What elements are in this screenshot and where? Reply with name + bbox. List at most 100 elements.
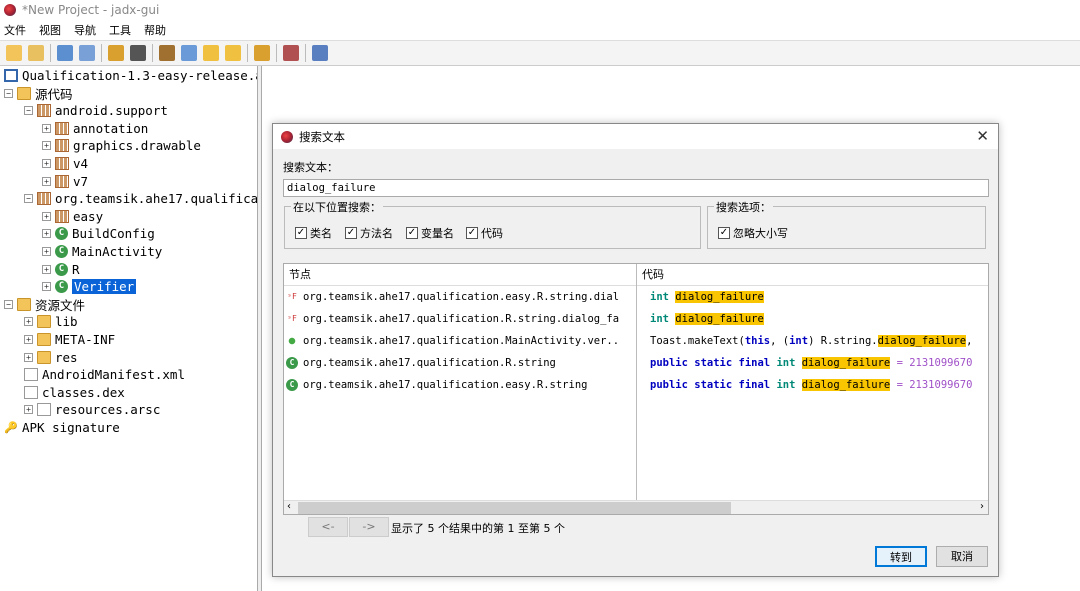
tree-node-org-teamsik-ahe17-qualificat[interactable]: − org.teamsik.ahe17.qualificat (24, 190, 257, 207)
table-row[interactable]: Corg.teamsik.ahe17.qualification.R.strin… (284, 354, 988, 376)
expand-icon[interactable]: + (24, 317, 33, 327)
folder-icon (37, 350, 51, 364)
expand-icon[interactable]: + (42, 123, 51, 133)
key-icon: 🔑 (4, 421, 18, 434)
tree-node-r[interactable]: + C R (42, 261, 80, 278)
close-icon[interactable]: ✕ (976, 127, 989, 145)
table-row[interactable]: ˢF org.teamsik.ahe17.qualification.R.stri… (284, 310, 988, 332)
expand-icon[interactable]: + (42, 247, 51, 256)
checkbox-代码[interactable]: ✓ 代码 (466, 225, 503, 241)
collapse-icon[interactable]: − (4, 299, 13, 309)
cancel-button[interactable]: 取消 (936, 546, 988, 567)
checkbox-box[interactable]: ✓ (406, 227, 418, 239)
prev-page-button[interactable]: <- (308, 517, 348, 537)
checkbox-box[interactable]: ✓ (345, 227, 357, 239)
collapse-icon[interactable]: − (4, 88, 13, 98)
search-input[interactable]: dialog_failure (283, 179, 989, 197)
package-icon (55, 209, 69, 223)
expand-icon[interactable]: + (42, 282, 51, 292)
horizontal-scrollbar[interactable]: ‹ › (284, 500, 988, 514)
tree-node-androidmanifest-xml[interactable]: AndroidManifest.xml (24, 366, 185, 383)
tree-node-verifier[interactable]: + C Verifier (42, 278, 137, 295)
scrollbar-thumb[interactable] (298, 502, 731, 514)
open-file-icon[interactable] (6, 45, 22, 61)
expand-icon[interactable]: + (24, 335, 33, 344)
tree-node--[interactable]: − 源代码 (4, 85, 73, 102)
tree-node-qualification-1-3-easy-release-a[interactable]: Qualification-1.3-easy-release.a (4, 67, 257, 84)
tree-node--[interactable]: − 资源文件 (4, 296, 85, 313)
expand-icon[interactable]: + (24, 405, 33, 415)
toolbar-separator (152, 44, 153, 62)
checkbox-方法名[interactable]: ✓ 方法名 (345, 225, 393, 241)
collapse-icon[interactable]: − (24, 106, 33, 116)
result-node: org.teamsik.ahe17.qualification.MainActi… (286, 335, 634, 347)
preferences-icon[interactable] (312, 45, 328, 61)
tree-node-graphics-drawable[interactable]: + graphics.drawable (42, 137, 201, 154)
menu-item[interactable]: 帮助 (144, 22, 166, 38)
project-tree[interactable]: Qualification-1.3-easy-release.a − 源代码 − and… (0, 66, 258, 591)
menu-item[interactable]: 视图 (39, 22, 61, 38)
checkbox-box[interactable]: ✓ (295, 227, 307, 239)
tree-node-android-support[interactable]: − android.support (24, 102, 168, 119)
menu-item[interactable]: 文件 (4, 22, 26, 38)
checkbox-变量名[interactable]: ✓ 变量名 (406, 225, 454, 241)
expand-icon[interactable]: + (42, 141, 51, 151)
checkbox-box[interactable]: ✓ (718, 227, 730, 239)
menu-item[interactable]: 工具 (109, 22, 131, 38)
tree-node-mainactivity[interactable]: + C MainActivity (42, 243, 162, 260)
tree-node-lib[interactable]: + lib (24, 313, 78, 330)
scroll-right-icon[interactable]: › (980, 501, 984, 512)
table-row[interactable]: Corg.teamsik.ahe17.qualification.easy.R.… (284, 376, 988, 398)
tree-node-res[interactable]: + res (24, 349, 78, 366)
code-token: dialog_failure (675, 313, 764, 325)
checkbox-类名[interactable]: ✓ 类名 (295, 225, 332, 241)
result-node-text: org.teamsik.ahe17.qualification.R.string… (303, 313, 620, 325)
code-token: this (744, 335, 771, 347)
tree-node-meta-inf[interactable]: + META-INF (24, 331, 115, 348)
expand-icon[interactable]: + (42, 159, 51, 168)
menu-item[interactable]: 导航 (74, 22, 96, 38)
scroll-left-icon[interactable]: ‹ (287, 501, 291, 512)
collapse-icon[interactable]: − (24, 194, 33, 204)
expand-icon[interactable]: + (24, 352, 33, 362)
expand-icon[interactable]: + (42, 211, 51, 221)
column-header-code[interactable]: 代码 (637, 264, 988, 286)
tree-node-label: 资源文件 (35, 297, 86, 313)
add-file-icon[interactable] (28, 45, 44, 61)
sync-icon[interactable] (108, 45, 124, 61)
code-token: int (776, 379, 802, 391)
result-node: Corg.teamsik.ahe17.qualification.easy.R.… (286, 379, 634, 391)
split-divider[interactable] (258, 66, 262, 591)
next-page-button[interactable]: -> (349, 517, 389, 537)
expand-icon[interactable]: + (42, 264, 51, 274)
search-icon[interactable] (181, 45, 197, 61)
save-all-icon[interactable] (57, 45, 73, 61)
column-header-node[interactable]: 节点 (284, 264, 636, 286)
export-icon[interactable] (79, 45, 95, 61)
checkbox-box[interactable]: ✓ (466, 227, 478, 239)
back-icon[interactable] (203, 45, 219, 61)
tree-node-buildconfig[interactable]: + C BuildConfig (42, 225, 155, 242)
tree-node-apk-signature[interactable]: 🔑 APK signature (4, 419, 120, 436)
flatten-icon[interactable] (130, 45, 146, 61)
expand-icon[interactable]: + (42, 229, 51, 239)
expand-icon[interactable]: + (42, 176, 51, 186)
forward-icon[interactable] (225, 45, 241, 61)
tree-node-classes-dex[interactable]: classes.dex (24, 384, 125, 401)
tree-node-easy[interactable]: + easy (42, 208, 103, 225)
goto-button[interactable]: 转到 (875, 546, 927, 567)
table-row[interactable]: org.teamsik.ahe17.qualification.MainActi… (284, 332, 988, 354)
tree-node-v4[interactable]: + v4 (42, 155, 88, 172)
tree-node-resources-arsc[interactable]: + resources.arsc (24, 401, 160, 418)
checkbox-忽略大小写[interactable]: ✓ 忽略大小写 (718, 225, 788, 241)
package-icon (55, 121, 69, 135)
dialog-title-bar: 搜索文本 (273, 124, 998, 149)
table-row[interactable]: ˢF org.teamsik.ahe17.qualification.easy.R… (284, 288, 988, 310)
result-node: ˢF org.teamsik.ahe17.qualification.easy.R… (286, 291, 634, 303)
tree-node-annotation[interactable]: + annotation (42, 120, 148, 137)
log-icon[interactable] (283, 45, 299, 61)
deobfuscation-icon[interactable] (254, 45, 270, 61)
tree-node-label: META-INF (55, 332, 116, 347)
tree-node-v7[interactable]: + v7 (42, 173, 88, 190)
decompile-icon[interactable] (159, 45, 175, 61)
